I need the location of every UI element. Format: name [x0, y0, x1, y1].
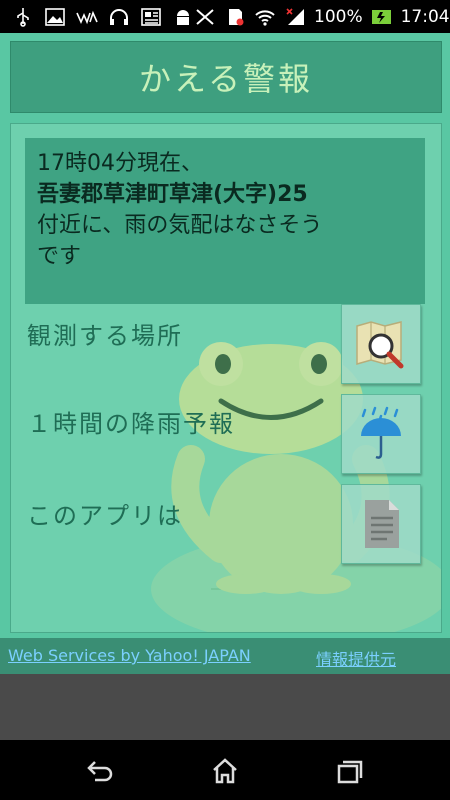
- footer-bar: Web Services by Yahoo! JAPAN 情報提供元: [0, 638, 450, 674]
- rain-forecast-button[interactable]: [341, 394, 421, 474]
- yahoo-credit-link[interactable]: Web Services by Yahoo! JAPAN: [8, 646, 251, 665]
- walkman-icon: [76, 7, 98, 27]
- headphones-icon: [108, 7, 130, 27]
- umbrella-rain-icon: [361, 406, 401, 459]
- app-title: かえる警報: [138, 60, 314, 98]
- recent-apps-button[interactable]: [335, 756, 365, 786]
- status-address: 吾妻郡草津町草津(大字)25: [37, 182, 308, 207]
- map-search-icon: [356, 321, 404, 369]
- image-icon: [44, 7, 66, 27]
- status-message-line: 付近に、雨の気配はなさそう: [37, 213, 323, 238]
- document-icon: [365, 500, 399, 548]
- back-icon: [87, 761, 113, 782]
- status-message-end: です: [37, 244, 82, 269]
- location-menu-label[interactable]: 観測する場所: [27, 316, 183, 351]
- back-button[interactable]: [85, 756, 115, 786]
- android-icon: [172, 7, 194, 27]
- home-button[interactable]: [210, 756, 240, 786]
- nfc-icon: [194, 7, 216, 27]
- news-icon: [140, 7, 162, 27]
- clock: 17:04: [400, 6, 450, 27]
- wifi-icon: [254, 7, 276, 27]
- usb-icon: [12, 7, 34, 27]
- home-icon: [213, 758, 237, 784]
- recent-apps-icon: [337, 760, 363, 784]
- app-screen: かえる警報 17時04分現在、 吾妻郡草津町草津(大字)25 付近に、雨の気配は…: [0, 33, 450, 740]
- location-button[interactable]: [341, 304, 421, 384]
- empty-area: [0, 674, 450, 740]
- sd-card-icon: [224, 7, 246, 27]
- notification-icons: [0, 7, 194, 27]
- battery-charging-icon: [371, 7, 393, 27]
- system-indicators: 100% 17:04: [194, 7, 450, 27]
- about-menu-label[interactable]: このアプリは: [27, 496, 183, 531]
- rain-status-box: 17時04分現在、 吾妻郡草津町草津(大字)25 付近に、雨の気配はなさそう で…: [25, 138, 425, 304]
- status-time-line: 17時04分現在、: [37, 151, 203, 176]
- app-title-bar: かえる警報: [10, 41, 442, 113]
- status-bar: 100% 17:04: [0, 0, 450, 33]
- navigation-bar: [0, 740, 450, 800]
- forecast-menu-label[interactable]: １時間の降雨予報: [27, 404, 235, 439]
- battery-percent: 100%: [314, 6, 363, 27]
- signal-icon: [284, 7, 306, 27]
- main-panel: 17時04分現在、 吾妻郡草津町草津(大字)25 付近に、雨の気配はなさそう で…: [10, 123, 442, 633]
- info-provider-link[interactable]: 情報提供元: [316, 646, 396, 670]
- about-button[interactable]: [341, 484, 421, 564]
